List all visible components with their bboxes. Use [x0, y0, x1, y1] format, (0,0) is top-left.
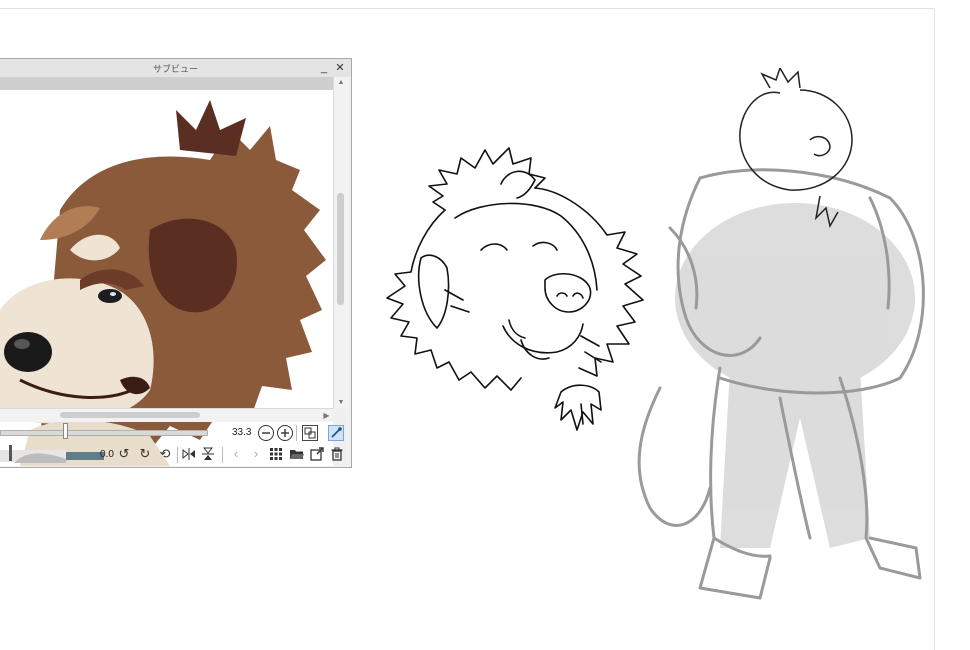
- rotation-value: 0.0: [100, 449, 114, 460]
- close-button[interactable]: ✕: [334, 61, 346, 75]
- subview-titlebar[interactable]: サブビュー _ ✕: [0, 59, 351, 77]
- scroll-down-arrow-icon[interactable]: ▼: [334, 397, 348, 409]
- flip-horizontal-icon: [182, 448, 195, 460]
- chevron-right-icon: ›: [253, 446, 259, 461]
- canvas-border-top: [0, 8, 935, 9]
- fit-to-window-icon: [304, 427, 316, 439]
- rotate-left-button[interactable]: ↺: [116, 446, 132, 462]
- previous-image-button[interactable]: ‹: [228, 446, 244, 462]
- export-icon: [310, 447, 324, 461]
- vertical-scroll-thumb[interactable]: [337, 193, 344, 305]
- zoom-out-icon: [262, 432, 270, 434]
- delete-button[interactable]: [329, 446, 345, 462]
- zoom-out-button[interactable]: [258, 425, 274, 441]
- eyedropper-button[interactable]: [328, 425, 344, 441]
- trash-icon: [331, 447, 343, 461]
- minimize-button[interactable]: _: [318, 61, 330, 75]
- horizontal-scroll-thumb[interactable]: [60, 412, 200, 418]
- toolbar-divider: [222, 447, 223, 463]
- zoom-value: 33.3: [232, 427, 252, 438]
- next-image-button[interactable]: ›: [248, 446, 264, 462]
- flip-vertical-icon: [202, 447, 214, 460]
- folder-open-icon: [290, 450, 304, 459]
- open-image-button[interactable]: [289, 446, 305, 462]
- drawing-canvas[interactable]: サブビュー _ ✕ ▲ ▼ ▶ 33.3 0.0 ↺ ↻ ⟲ ‹ ›: [0, 0, 970, 650]
- vertical-scrollbar[interactable]: ▲ ▼: [333, 77, 348, 409]
- flip-horizontal-button[interactable]: [181, 446, 197, 462]
- reset-rotation-icon: ⟲: [159, 446, 171, 461]
- toolbar-divider: [177, 447, 178, 463]
- rotate-right-icon: ↻: [139, 446, 151, 461]
- zoom-slider[interactable]: [0, 430, 208, 436]
- scroll-right-arrow-icon[interactable]: ▶: [320, 409, 333, 422]
- image-list-button[interactable]: [268, 446, 284, 462]
- grid-icon: [270, 448, 282, 460]
- chevron-left-icon: ‹: [233, 446, 239, 461]
- export-button[interactable]: [309, 446, 325, 462]
- subview-panel[interactable]: サブビュー _ ✕ ▲ ▼ ▶ 33.3 0.0 ↺ ↻ ⟲ ‹ ›: [0, 58, 352, 468]
- toolbar-divider: [296, 425, 297, 441]
- fit-to-window-button[interactable]: [302, 425, 318, 441]
- rotate-left-icon: ↺: [118, 446, 130, 461]
- reset-rotation-button[interactable]: ⟲: [157, 446, 173, 462]
- eyedropper-icon: [331, 427, 342, 438]
- subview-title: サブビュー: [152, 64, 198, 74]
- zoom-slider-handle[interactable]: [63, 423, 68, 439]
- rough-body-sketch: [637, 68, 925, 600]
- inked-dog-head-drawing: [386, 147, 644, 431]
- rotate-right-button[interactable]: ↻: [137, 446, 153, 462]
- horizontal-scrollbar[interactable]: ▶: [0, 408, 333, 422]
- rotation-slider-handle[interactable]: [9, 445, 12, 461]
- zoom-in-button[interactable]: [277, 425, 293, 441]
- scroll-up-arrow-icon[interactable]: ▲: [334, 77, 348, 89]
- subview-header-strip: [0, 77, 333, 90]
- zoom-in-icon: [281, 429, 289, 437]
- flip-vertical-button[interactable]: [200, 446, 216, 462]
